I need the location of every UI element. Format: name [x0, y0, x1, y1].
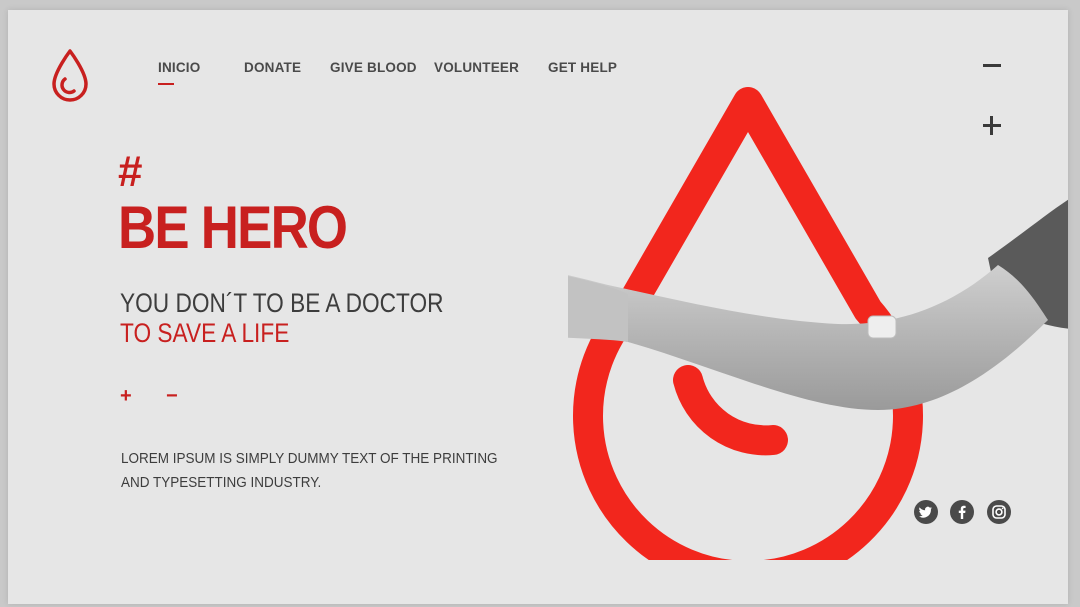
instagram-icon[interactable]: [987, 500, 1011, 524]
small-minus-button[interactable]: −: [166, 386, 178, 406]
small-plus-button[interactable]: +: [120, 386, 132, 406]
twitter-icon[interactable]: [914, 500, 938, 524]
hero-description: LOREM IPSUM IS SIMPLY DUMMY TEXT OF THE …: [121, 450, 498, 491]
nav-item-volunteer[interactable]: VOLUNTEER: [434, 60, 519, 75]
blood-drop-illustration: [568, 87, 1068, 560]
hashtag-symbol: #: [118, 147, 143, 196]
landing-page: INICIO DONATE GIVE BLOOD VOLUNTEER GET H…: [8, 10, 1068, 604]
hero-subtitle: YOU DON´T TO BE A DOCTOR: [120, 288, 444, 318]
minus-icon[interactable]: [982, 56, 1002, 76]
nav-item-inicio[interactable]: INICIO: [158, 60, 200, 85]
bandage-shape: [867, 315, 897, 339]
nav-item-donate[interactable]: DONATE: [244, 60, 301, 75]
blood-drop-logo-icon[interactable]: [50, 48, 90, 106]
hero-title: BE HERO: [118, 194, 348, 261]
facebook-icon[interactable]: [950, 500, 974, 524]
hand-shape: [568, 276, 628, 342]
nav-item-get-help[interactable]: GET HELP: [548, 60, 617, 75]
drop-inner-curl-shape: [673, 365, 788, 456]
hero-subtitle-highlight: TO SAVE A LIFE: [120, 318, 290, 348]
nav-item-give-blood[interactable]: GIVE BLOOD: [330, 60, 417, 75]
